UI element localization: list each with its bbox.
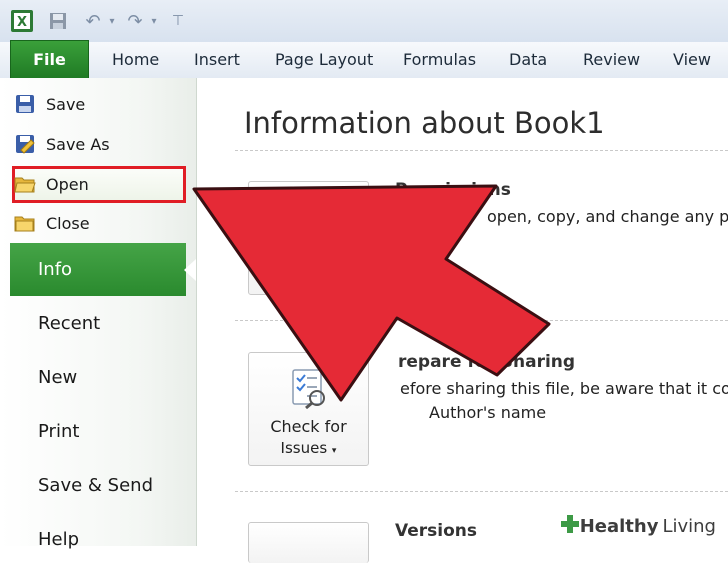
plus-logo-icon [560,514,580,538]
watermark-brand-second: Living [662,515,716,537]
healthy-living-watermark: Healthy Living [553,510,722,542]
red-arrow-annotation [192,184,551,402]
watermark-brand-first: Healthy [579,515,659,537]
